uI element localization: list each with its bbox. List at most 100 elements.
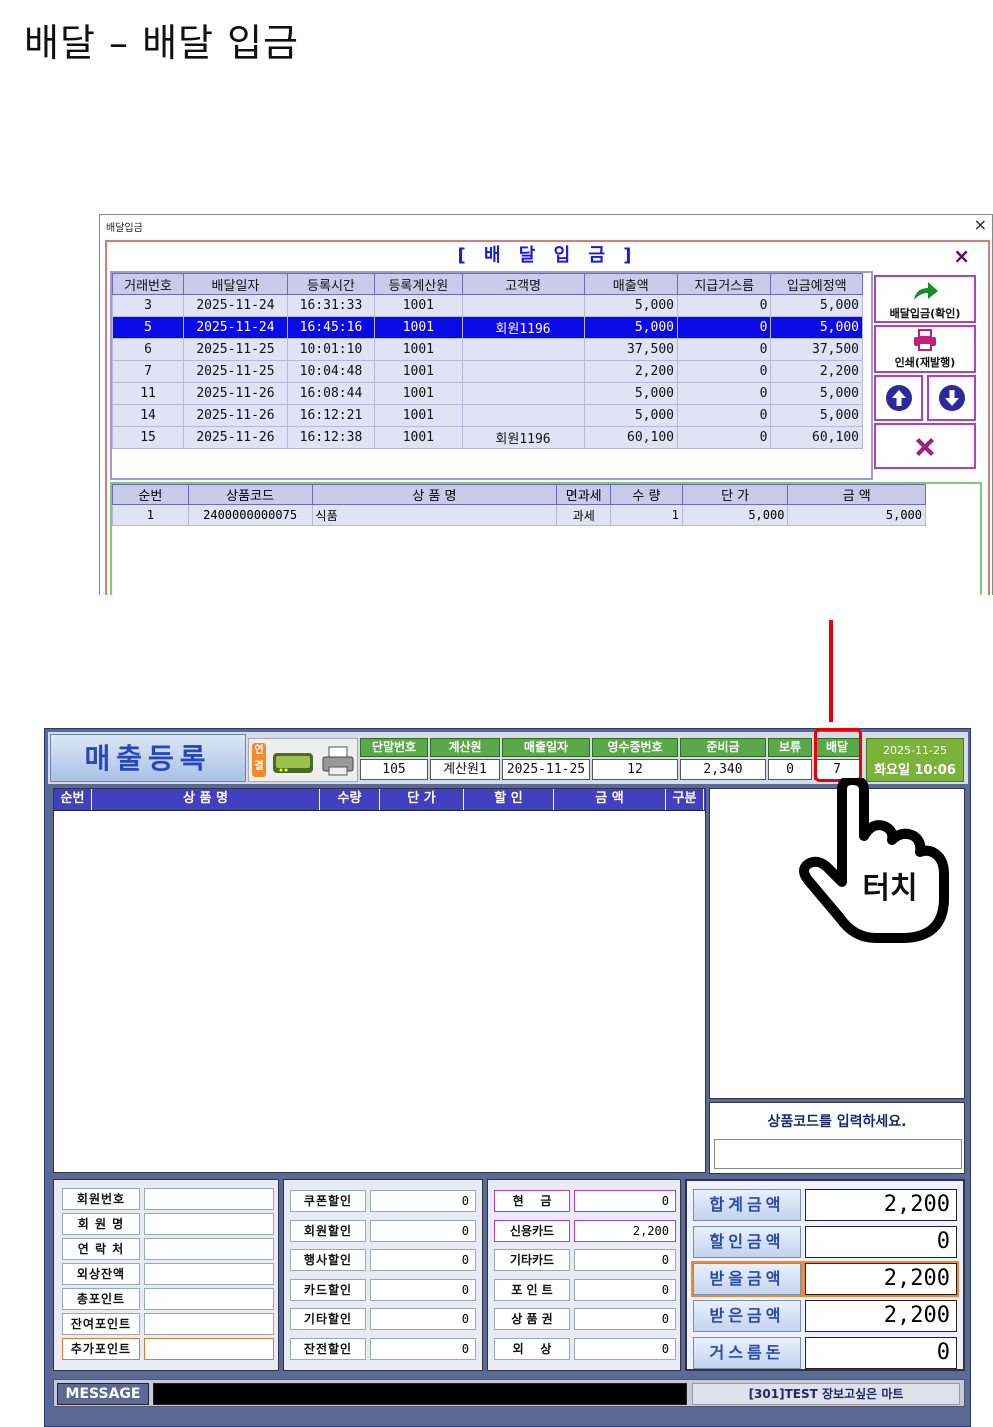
discount-label: 잔전할인: [290, 1337, 366, 1360]
column-header: 지급거스름: [676, 273, 772, 295]
table-cell: 2025-11-26: [183, 404, 288, 427]
window-close-icon[interactable]: ×: [974, 215, 987, 234]
printer-icon[interactable]: [321, 745, 355, 777]
reprint-label: 인쇄(재발행): [894, 356, 956, 369]
table-cell: 10:04:48: [286, 360, 376, 383]
table-row[interactable]: 14 2025-11-26 16:12:21 1001 5,000 0 5,000: [111, 404, 863, 427]
arrow-up-icon: [885, 385, 912, 411]
move-down-button[interactable]: [927, 375, 976, 421]
member-field-value[interactable]: [144, 1213, 274, 1235]
discount-value[interactable]: 0: [370, 1190, 476, 1212]
member-field-label: 회원번호: [62, 1188, 140, 1210]
table-cell: [461, 382, 585, 405]
member-field-label: 총포인트: [62, 1288, 140, 1310]
payment-method-button[interactable]: 상 품 권: [494, 1308, 570, 1330]
payment-value[interactable]: 0: [574, 1249, 676, 1271]
discount-value[interactable]: 0: [370, 1337, 476, 1360]
product-code-prompt: 상품코드를 입력하세요.: [767, 1114, 907, 1130]
detail-cell: 1: [112, 504, 189, 526]
member-panel: 회원번호 회 원 명연 락 처 외상잔액 총포인트 잔여포인트 추가포인트: [53, 1179, 279, 1371]
table-row[interactable]: 15 2025-11-26 16:12:38 1001 회원1196 60,100 0 60,…: [111, 426, 863, 449]
detail-cell: 1: [610, 504, 683, 526]
discount-value[interactable]: 0: [370, 1308, 476, 1330]
payment-method-button[interactable]: 포 인 트: [494, 1278, 570, 1301]
info-value: 2025-11-25: [502, 759, 590, 780]
payment-value[interactable]: 2,200: [574, 1219, 676, 1242]
product-code-input[interactable]: [714, 1139, 962, 1169]
move-up-button[interactable]: [874, 375, 923, 421]
total-label: 받을금액: [691, 1261, 803, 1297]
table-row[interactable]: 6 2025-11-25 10:01:10 1001 37,500 0 37,500: [111, 338, 863, 361]
reprint-button[interactable]: 인쇄(재발행): [874, 325, 976, 373]
total-value: 0: [805, 1226, 957, 1258]
table-cell: 14: [111, 404, 185, 427]
payment-value[interactable]: 0: [574, 1337, 676, 1360]
detail-column-header: 수 량: [610, 484, 683, 505]
table-cell: 5,000: [770, 294, 863, 317]
column-header: 등록시간: [286, 273, 376, 295]
member-field-value[interactable]: [144, 1238, 274, 1260]
network-device-icon[interactable]: [271, 745, 315, 777]
table-cell: 37,500: [770, 338, 863, 361]
info-column: 준비금 2,340: [680, 738, 766, 782]
info-value: 2,340: [680, 759, 766, 780]
detail-cell: 2400000000075: [187, 504, 313, 526]
confirm-deposit-button[interactable]: 배달입금(확인): [874, 275, 976, 323]
grid-column-header: 구분: [666, 789, 704, 810]
device-icons: 연결: [248, 738, 358, 782]
table-cell: 1001: [374, 294, 463, 317]
cancel-button[interactable]: [874, 423, 976, 469]
discount-label: 쿠폰할인: [290, 1190, 366, 1212]
info-header: 준비금: [680, 738, 766, 757]
table-cell: 2025-11-25: [183, 360, 288, 383]
grid-column-header: 순번: [54, 789, 92, 810]
column-header: 고객명: [461, 273, 585, 295]
date-display: 2025-11-25 화요일 10:06: [866, 738, 964, 782]
payment-method-button[interactable]: 신용카드: [494, 1219, 570, 1242]
total-value: 2,200: [805, 1300, 957, 1332]
message-display: [153, 1383, 687, 1405]
info-header: 매출일자: [502, 738, 590, 757]
payment-value[interactable]: 0: [574, 1278, 676, 1301]
table-cell: 0: [676, 426, 772, 449]
info-value: 105: [360, 759, 428, 780]
payment-method-button[interactable]: 기타카드: [494, 1249, 570, 1271]
delivery-header: [ 배 달 입 금 ] ×: [107, 242, 988, 270]
member-field-value[interactable]: [144, 1338, 274, 1360]
panel-close-icon[interactable]: ×: [953, 244, 970, 268]
table-cell: 1001: [374, 360, 463, 383]
table-row[interactable]: 5 2025-11-24 16:45:16 1001 회원1196 5,000 0 5,000: [111, 316, 863, 339]
table-cell: 1001: [374, 316, 463, 339]
sales-item-grid[interactable]: 순번 상 품 명 수량 단 가할 인금 액 구분: [53, 788, 706, 1173]
table-row[interactable]: 3 2025-11-24 16:31:33 1001 5,000 0 5,000: [111, 294, 863, 317]
discount-value[interactable]: 0: [370, 1278, 476, 1301]
table-cell: 2025-11-26: [183, 382, 288, 405]
member-field-value[interactable]: [144, 1188, 274, 1210]
table-cell: 5,000: [583, 382, 678, 405]
table-cell: 16:31:33: [286, 294, 376, 317]
grid-column-header: 할 인: [464, 789, 554, 810]
payment-value[interactable]: 0: [574, 1308, 676, 1330]
table-cell: 16:12:38: [286, 426, 376, 449]
discount-value[interactable]: 0: [370, 1249, 476, 1271]
payment-method-button[interactable]: 외 상: [494, 1337, 570, 1360]
detail-column-header: 금 액: [787, 484, 926, 505]
table-row[interactable]: 11 2025-11-26 16:08:44 1001 5,000 0 5,000: [111, 382, 863, 405]
member-field-value[interactable]: [144, 1288, 274, 1310]
info-column: 영수증번호 12: [592, 738, 678, 782]
member-field-value[interactable]: [144, 1313, 274, 1335]
printer-icon: [914, 329, 936, 351]
detail-row[interactable]: 1 2400000000075 식품 과세 1 5,000 5,000: [112, 504, 926, 526]
delivery-panel: [ 배 달 입 금 ] × 거래번호 배달일자 등록시간 등록계산원 고객명 매출액 지급거…: [105, 240, 990, 595]
grid-column-header: 단 가: [380, 789, 464, 810]
member-field-label: 잔여포인트: [62, 1313, 140, 1335]
table-row[interactable]: 7 2025-11-25 10:04:48 1001 2,200 0 2,200: [111, 360, 863, 383]
payment-value[interactable]: 0: [574, 1190, 676, 1212]
table-cell: 2025-11-26: [183, 426, 288, 449]
info-header: 영수증번호: [592, 738, 678, 757]
discount-value[interactable]: 0: [370, 1219, 476, 1242]
member-field-value[interactable]: [144, 1263, 274, 1285]
payment-method-button[interactable]: 현 금: [494, 1190, 570, 1212]
info-column: 계산원 계산원1: [430, 738, 500, 782]
table-cell: 16:45:16: [286, 316, 376, 339]
